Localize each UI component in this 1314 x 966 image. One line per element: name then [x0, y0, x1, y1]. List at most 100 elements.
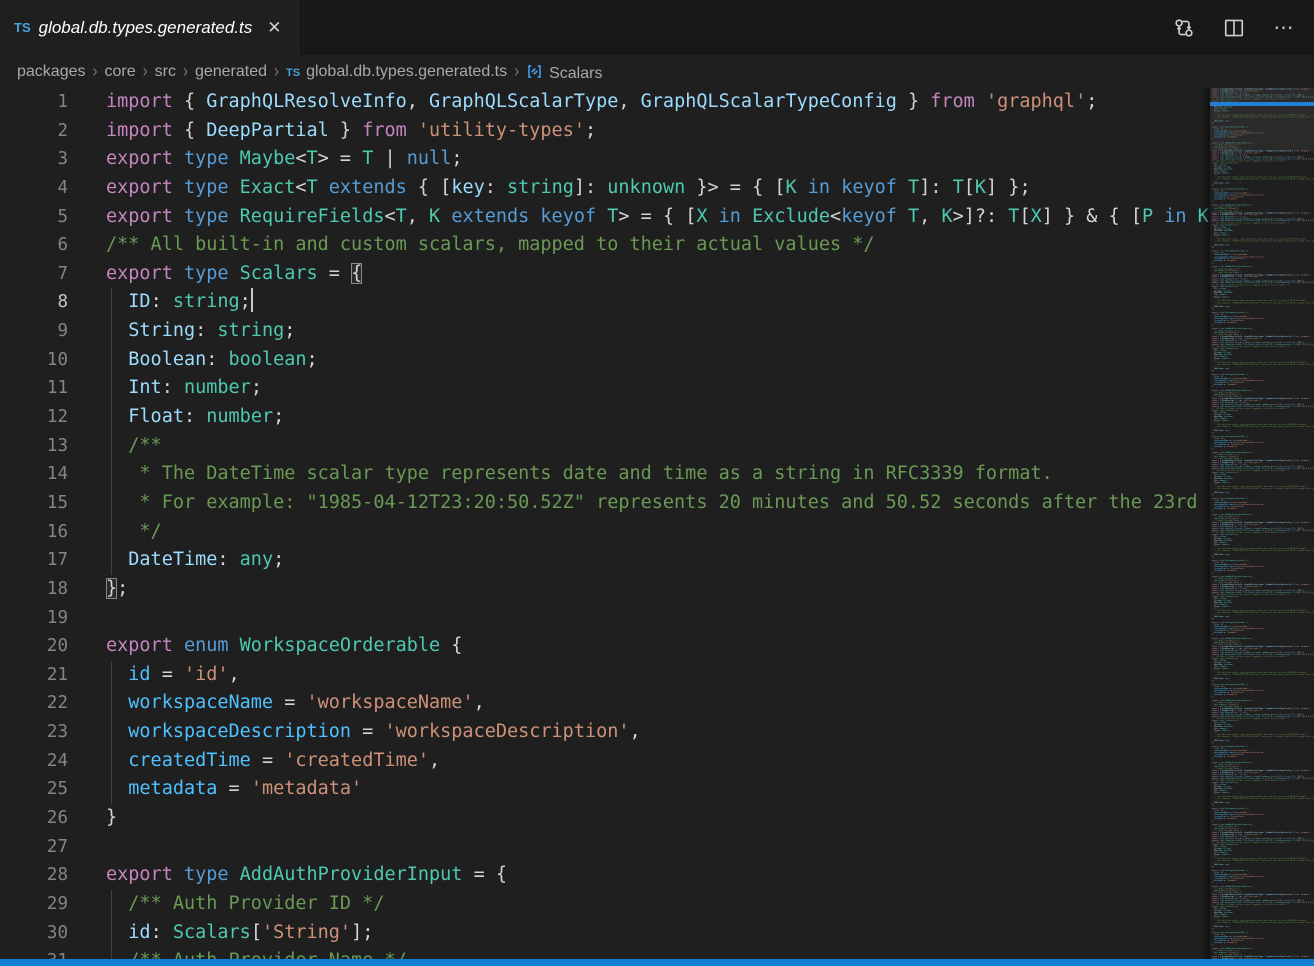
token: T: [307, 148, 318, 169]
code-line-3[interactable]: 3export type Maybe<T> = T | null;: [0, 145, 1314, 174]
token: * For example: "1985-04-12T23:20:50.52Z"…: [1214, 302, 1314, 303]
line-number[interactable]: 24: [0, 747, 68, 776]
line-number[interactable]: 26: [0, 804, 68, 833]
breadcrumb-item-core[interactable]: core: [105, 63, 136, 81]
token: WorkspaceOrderable: [1225, 808, 1245, 809]
token: T: [307, 177, 318, 198]
line-number[interactable]: 14: [0, 460, 68, 489]
code-line-14[interactable]: 14 * The DateTime scalar type represents…: [0, 460, 1314, 489]
line-number[interactable]: 13: [0, 432, 68, 461]
open-changes-icon[interactable]: [1172, 16, 1196, 40]
code-line-16[interactable]: 16 */: [0, 518, 1314, 547]
code-line-23[interactable]: 23 workspaceDescription = 'workspaceDesc…: [0, 718, 1314, 747]
code-line-30[interactable]: 30 id: Scalars['String'];: [0, 919, 1314, 948]
code-line-6[interactable]: 6/** All built-in and custom scalars, ma…: [0, 231, 1314, 260]
line-number[interactable]: 21: [0, 661, 68, 690]
line-number[interactable]: 4: [0, 174, 68, 203]
breadcrumb-item-file[interactable]: TSglobal.db.types.generated.ts: [286, 63, 507, 81]
minimap-line: * For example: "1985-04-12T23:20:50.52Z"…: [1212, 922, 1314, 924]
token: metadata: [1214, 446, 1223, 447]
code-line-11[interactable]: 11 Int: number;: [0, 374, 1314, 403]
line-number[interactable]: 19: [0, 604, 68, 633]
line-number[interactable]: 23: [0, 718, 68, 747]
line-number[interactable]: 16: [0, 518, 68, 547]
token: Boolean: [128, 349, 206, 370]
line-number[interactable]: 10: [0, 346, 68, 375]
code-line-4[interactable]: 4export type Exact<T extends { [key: str…: [0, 174, 1314, 203]
code-line-27[interactable]: 27: [0, 833, 1314, 862]
token: ;: [1229, 926, 1230, 927]
code-line-29[interactable]: 29 /** Auth Provider ID */: [0, 890, 1314, 919]
code-line-13[interactable]: 13 /**: [0, 432, 1314, 461]
line-number[interactable]: 22: [0, 689, 68, 718]
line-number[interactable]: 30: [0, 919, 68, 948]
code-line-15[interactable]: 15 * For example: "1985-04-12T23:20:50.5…: [0, 489, 1314, 518]
line-number[interactable]: 20: [0, 632, 68, 661]
token: metadata: [1214, 694, 1223, 695]
code-line-content: DateTime: any;: [1212, 430, 1230, 431]
line-number[interactable]: 18: [0, 575, 68, 604]
token: ,: [618, 91, 640, 112]
code-line-content: metadata = 'metadata': [1212, 818, 1238, 819]
line-number[interactable]: 12: [0, 403, 68, 432]
symbol-type-icon: [526, 63, 543, 80]
token: [173, 206, 184, 227]
breadcrumb-item-packages[interactable]: packages: [17, 63, 86, 81]
code-line-10[interactable]: 10 Boolean: boolean;: [0, 346, 1314, 375]
token: [897, 206, 908, 227]
code-line-5[interactable]: 5export type RequireFields<T, K extends …: [0, 203, 1314, 232]
token: * For example: "1985-04-12T23:20:50.52Z"…: [1214, 550, 1314, 551]
minimap-slider[interactable]: [1210, 88, 1314, 151]
code-line-21[interactable]: 21 id = 'id',: [0, 661, 1314, 690]
breadcrumb-item-src[interactable]: src: [155, 63, 176, 81]
token: :: [184, 406, 206, 427]
code-line-19[interactable]: 19: [0, 604, 1314, 633]
close-icon[interactable]: ✕: [264, 17, 284, 38]
line-number[interactable]: 17: [0, 546, 68, 575]
token: {: [1245, 560, 1247, 561]
token: DateTime: [1214, 740, 1223, 741]
line-number[interactable]: 29: [0, 890, 68, 919]
line-number[interactable]: 8: [0, 288, 68, 317]
split-editor-icon[interactable]: [1222, 16, 1246, 40]
code-line-22[interactable]: 22 workspaceName = 'workspaceName',: [0, 689, 1314, 718]
code-line-1[interactable]: 1import { GraphQLResolveInfo, GraphQLSca…: [0, 88, 1314, 117]
code-line-26[interactable]: 26}: [0, 804, 1314, 833]
code-line-2[interactable]: 2import { DeepPartial } from 'utility-ty…: [0, 117, 1314, 146]
code-line-7[interactable]: 7export type Scalars = {: [0, 260, 1314, 289]
code-line-25[interactable]: 25 metadata = 'metadata': [0, 775, 1314, 804]
token: ;: [1232, 168, 1233, 169]
line-number[interactable]: 15: [0, 489, 68, 518]
code-line-17[interactable]: 17 DateTime: any;: [0, 546, 1314, 575]
line-number[interactable]: 27: [0, 833, 68, 862]
line-number[interactable]: 25: [0, 775, 68, 804]
breadcrumb-item-generated[interactable]: generated: [195, 63, 267, 81]
minimap[interactable]: import { GraphQLResolveInfo, GraphQLScal…: [1210, 88, 1314, 966]
more-actions-icon[interactable]: ⋯: [1272, 16, 1296, 40]
token: }: [1212, 634, 1213, 635]
code-line-28[interactable]: 28export type AddAuthProviderInput = {: [0, 861, 1314, 890]
line-number[interactable]: 5: [0, 203, 68, 232]
code-editor[interactable]: 1 import { GraphQLResolveInfo, GraphQLSca…: [0, 88, 1314, 966]
token: Scalars: [1225, 410, 1233, 411]
code-line-18[interactable]: 18};: [0, 575, 1314, 604]
token: WorkspaceOrderable: [1225, 374, 1245, 375]
token: DateTime: [1214, 802, 1223, 803]
tab-global-db-types-generated[interactable]: TS global.db.types.generated.ts ✕: [0, 0, 299, 55]
code-line-24[interactable]: 24 createdTime = 'createdTime',: [0, 747, 1314, 776]
code-line-8[interactable]: 8 ID: string;: [0, 288, 1314, 317]
line-number[interactable]: 28: [0, 861, 68, 890]
line-number[interactable]: 7: [0, 260, 68, 289]
code-line-12[interactable]: 12 Float: number;: [0, 403, 1314, 432]
line-number[interactable]: 2: [0, 117, 68, 146]
code-line-content: * For example: "1985-04-12T23:20:50.52Z"…: [68, 489, 1314, 518]
code-line-9[interactable]: 9 String: string;: [0, 317, 1314, 346]
code-line-20[interactable]: 20export enum WorkspaceOrderable {: [0, 632, 1314, 661]
line-number[interactable]: 11: [0, 374, 68, 403]
token: ;: [1229, 864, 1230, 865]
line-number[interactable]: 6: [0, 231, 68, 260]
breadcrumb-item-symbol-scalars[interactable]: Scalars: [526, 61, 602, 83]
line-number[interactable]: 1: [0, 88, 68, 117]
line-number[interactable]: 3: [0, 145, 68, 174]
line-number[interactable]: 9: [0, 317, 68, 346]
